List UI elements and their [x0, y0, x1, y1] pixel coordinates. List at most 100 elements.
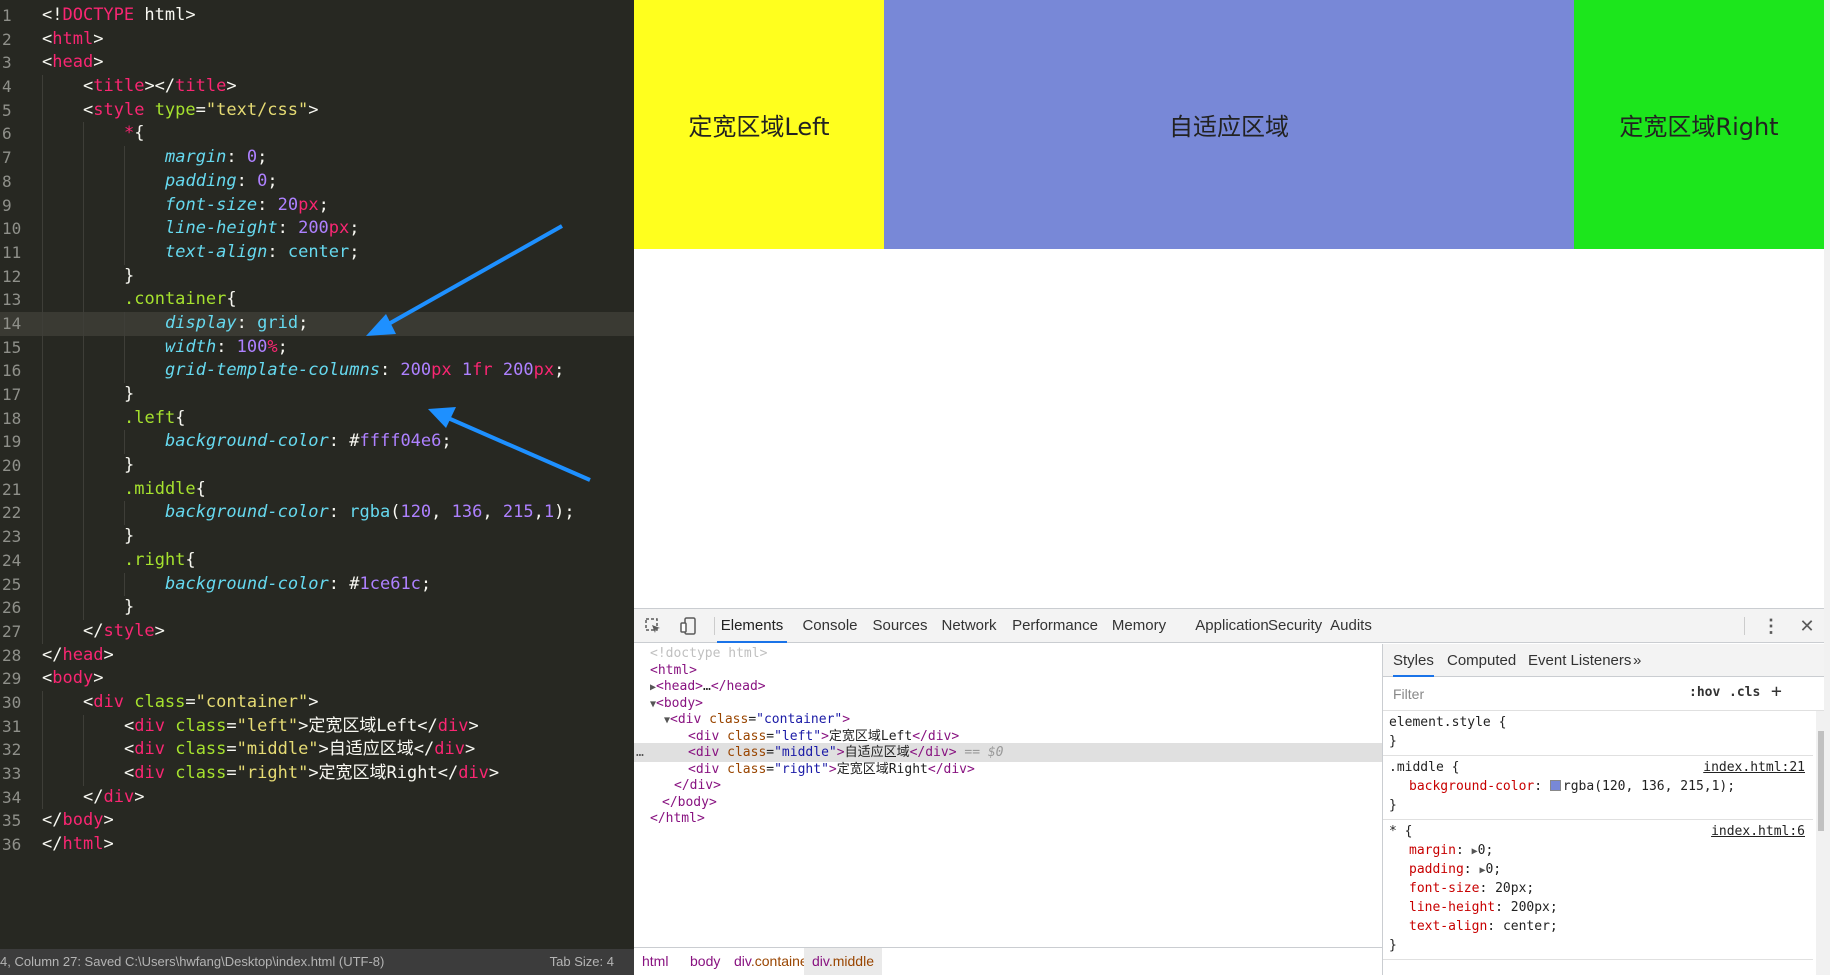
rule-declaration[interactable]: font-size: 20px; [1389, 879, 1807, 898]
code-line[interactable]: 33 <div class="right">定宽区域Right</div> [0, 762, 634, 786]
tab-memory[interactable]: Memory [1106, 609, 1172, 643]
tab-console[interactable]: Console [795, 609, 865, 643]
styles-tab-event-listeners[interactable]: Event Listeners [1528, 644, 1631, 677]
code-line[interactable]: 1 <!DOCTYPE html> [0, 4, 634, 28]
color-swatch[interactable] [1549, 780, 1561, 791]
code-token: px [298, 194, 319, 215]
code-line[interactable]: 8 padding: 0; [0, 169, 634, 194]
rule-declaration[interactable]: line-height: 200px; [1389, 898, 1807, 917]
tab-performance[interactable]: Performance [1010, 609, 1100, 643]
styles-tab-computed[interactable]: Computed [1447, 644, 1516, 677]
body-tag-text: body [663, 695, 696, 711]
code-token: ; [349, 218, 360, 239]
tab-elements[interactable]: Elements [717, 609, 787, 643]
rule-declaration[interactable]: background-color: rgba(120, 136, 215,1); [1389, 777, 1807, 796]
code-line[interactable]: 22 background-color: rgba(120, 136, 215,1… [0, 501, 634, 526]
breadcrumb-item[interactable]: div.middle [804, 948, 882, 975]
kebab-menu-icon[interactable]: ⋮ [1762, 617, 1780, 635]
rule-middle[interactable]: index.html:21 .middle { background-color… [1383, 756, 1813, 820]
code-line[interactable]: 3 <head> [0, 51, 634, 75]
code-line[interactable]: 16 grid-template-columns: 200px 1fr 200px… [0, 359, 634, 383]
breadcrumb: html body div.container div.middle [634, 947, 1382, 975]
code-token: > [134, 786, 145, 807]
breadcrumb-item[interactable]: html [634, 948, 676, 975]
new-rule-button[interactable]: + [1771, 681, 1782, 702]
editor-status-bar: 4, Column 27: Saved C:\Users\hwfang\Desk… [0, 949, 634, 975]
code-text: <style type="text/css"> [83, 99, 319, 123]
rule-source-link[interactable]: index.html:6 [1711, 822, 1805, 841]
code-line[interactable]: 13 .container{ [0, 288, 634, 312]
rule-universal[interactable]: index.html:6 * { margin: ▶0; padding: ▶0;… [1383, 820, 1813, 960]
breadcrumb-item[interactable]: body [682, 948, 728, 975]
code-line[interactable]: 15 width: 100%; [0, 335, 634, 360]
code-line[interactable]: 32 <div class="middle">自适应区域</div> [0, 738, 634, 762]
tab-network[interactable]: Network [936, 609, 1002, 643]
code-line[interactable]: 19 background-color: #ffff04e6; [0, 430, 634, 455]
code-editor[interactable]: 1 <!DOCTYPE html> 2 <html> 3 <head> 4 <title></… [0, 0, 634, 975]
cursor-select-icon[interactable] [644, 617, 662, 635]
window-edge-scrollbar[interactable] [1824, 0, 1830, 975]
code-line[interactable]: 12} [0, 264, 634, 289]
styles-tab-styles[interactable]: Styles [1393, 644, 1434, 677]
prop-value: 20px; [1495, 881, 1535, 896]
indent-guide [42, 122, 43, 147]
close-icon[interactable]: ✕ [1798, 617, 1816, 635]
style-rules: element.style { } index.html:21 .middle … [1383, 711, 1813, 960]
code-line[interactable]: 5 <style type="text/css"> [0, 98, 634, 123]
code-line[interactable]: 24 .right{ [0, 548, 634, 573]
code-token: : [216, 336, 237, 357]
code-line[interactable]: 23} [0, 525, 634, 549]
code-line[interactable]: 30 <div class="container"> [0, 690, 634, 715]
class-toggle[interactable]: .cls [1729, 685, 1760, 700]
device-toolbar-icon[interactable] [680, 617, 698, 635]
tab-size-indicator[interactable]: Tab Size: 4 [550, 949, 614, 975]
rule-source-link[interactable]: index.html:21 [1703, 758, 1805, 777]
code-text: .left{ [124, 407, 185, 431]
code-line[interactable]: 17} [0, 383, 634, 407]
tab-sources[interactable]: Sources [867, 609, 933, 643]
elements-dom-tree[interactable]: <!doctype html> <html> ▶<head>…</head> ▼… [634, 644, 1382, 944]
tab-audits[interactable]: Audits [1325, 609, 1377, 643]
hover-state-toggle[interactable]: :hov [1689, 685, 1720, 700]
code-line[interactable]: 14 display: grid; [0, 311, 634, 336]
code-line[interactable]: 35 </body> [0, 809, 634, 833]
dom-node-html-close[interactable]: </html> [634, 809, 1382, 828]
code-line[interactable]: 28 </head> [0, 644, 634, 668]
tab-security[interactable]: Security [1268, 609, 1322, 643]
line-number: 35 [2, 811, 22, 831]
code-line[interactable]: 31 <div class="left">定宽区域Left</div> [0, 714, 634, 739]
code-line[interactable]: 18 .left{ [0, 406, 634, 431]
code-line[interactable]: 9 font-size: 20px; [0, 193, 634, 218]
code-line[interactable]: 7 margin: 0; [0, 146, 634, 170]
code-token: text-align [165, 241, 268, 262]
rule-declaration[interactable]: text-align: center; [1389, 917, 1807, 936]
code-line[interactable]: 20} [0, 454, 634, 478]
code-line[interactable]: 21 .middle{ [0, 477, 634, 502]
code-line[interactable]: 10 line-height: 200px; [0, 217, 634, 241]
code-line[interactable]: 29 <body> [0, 667, 634, 691]
rule-declaration[interactable]: margin: ▶0; [1389, 841, 1807, 860]
rule-element-style[interactable]: element.style { } [1383, 711, 1813, 756]
styles-filter-input[interactable] [1389, 683, 1669, 705]
tab-application[interactable]: Application [1194, 609, 1270, 643]
code-line[interactable]: 11 text-align: center; [0, 240, 634, 265]
code-line[interactable]: 25 background-color: #1ce61c; [0, 572, 634, 597]
code-line[interactable]: 2 <html> [0, 28, 634, 52]
code-line[interactable]: 36 </html> [0, 833, 634, 857]
code-line[interactable]: 4 <title></title> [0, 75, 634, 99]
code-line[interactable]: 26} [0, 596, 634, 620]
code-token: < [124, 715, 135, 736]
more-tabs-chevron-icon[interactable]: » [1633, 644, 1641, 677]
code-line[interactable]: 27 </style> [0, 619, 634, 644]
head-ellipsis[interactable]: … [703, 679, 711, 694]
indent-guide [83, 383, 84, 407]
code-token: head [62, 644, 104, 665]
code-line[interactable]: 34 </div> [0, 785, 634, 810]
code-area[interactable]: 1 <!DOCTYPE html> 2 <html> 3 <head> 4 <title></… [0, 4, 634, 857]
class-attr-value: "right" [774, 761, 829, 777]
code-line[interactable]: 6 *{ [0, 122, 634, 147]
div-tag-text: div [695, 761, 720, 777]
rule-declaration[interactable]: padding: ▶0; [1389, 860, 1807, 879]
node-text: 定宽区域Left [828, 728, 913, 744]
